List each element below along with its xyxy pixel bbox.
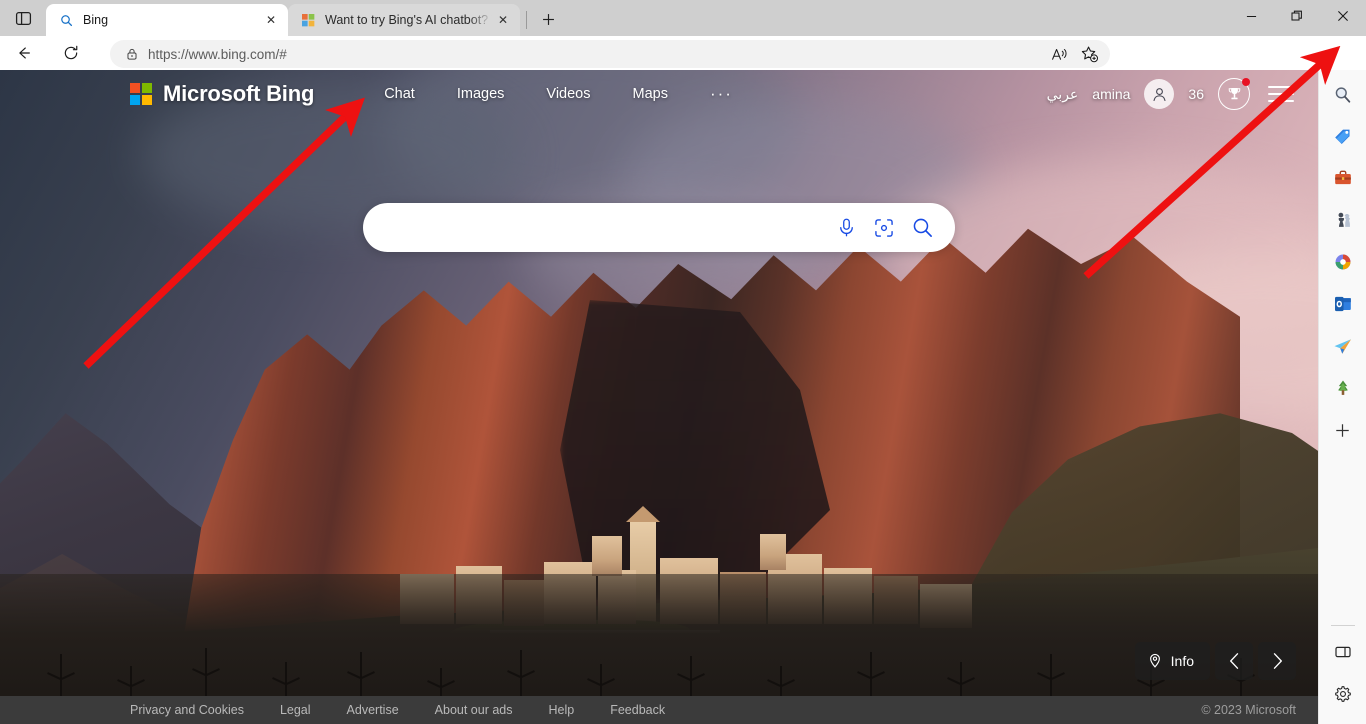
next-image-button[interactable]: [1258, 642, 1296, 680]
account-avatar[interactable]: [1144, 79, 1175, 109]
reload-button[interactable]: [54, 38, 88, 68]
tab-list-icon: [15, 11, 31, 25]
nav-maps[interactable]: Maps: [632, 86, 667, 102]
microsoft-logo-icon: [130, 83, 152, 105]
rewards-trophy-icon: [1228, 87, 1240, 99]
bing-search-icon: [58, 12, 74, 28]
minimize-button[interactable]: [1228, 0, 1274, 32]
restore-icon: [1291, 10, 1302, 21]
footer-link-feedback[interactable]: Feedback: [610, 703, 665, 717]
account-name[interactable]: amina: [1092, 86, 1130, 102]
tab-close-button[interactable]: ✕: [492, 9, 514, 31]
chevron-right-icon: [1273, 653, 1282, 669]
sidebar-office-icon[interactable]: [1327, 246, 1359, 278]
hamburger-line: [1268, 93, 1294, 95]
copyright-text: © 2023 Microsoft: [1201, 703, 1296, 717]
rewards-points: 36: [1188, 86, 1204, 102]
sidebar-divider: [1330, 625, 1355, 626]
sidebar-tree-icon[interactable]: [1327, 372, 1359, 404]
footer-link-legal[interactable]: Legal: [280, 703, 311, 717]
read-aloud-icon[interactable]: [1044, 41, 1074, 67]
bing-page-header: Microsoft Bing Chat Images Videos Maps ·…: [0, 70, 1318, 118]
new-tab-button[interactable]: [533, 4, 563, 34]
bing-logo[interactable]: Microsoft Bing: [130, 81, 314, 107]
footer-link-advertise[interactable]: Advertise: [347, 703, 399, 717]
close-window-button[interactable]: [1320, 0, 1366, 32]
bing-hamburger-menu[interactable]: [1268, 86, 1294, 102]
sidebar-settings-gear-icon[interactable]: [1327, 678, 1359, 710]
bing-wordmark: Microsoft Bing: [163, 81, 315, 106]
language-toggle-arabic[interactable]: عربي: [1047, 86, 1079, 103]
person-icon: [1153, 87, 1166, 101]
address-bar-actions: [1044, 41, 1104, 67]
reload-icon: [64, 45, 78, 60]
sidebar-dropbox-icon[interactable]: [1327, 330, 1359, 362]
sidebar-shopping-icon[interactable]: [1327, 120, 1359, 152]
address-bar[interactable]: https://www.bing.com/#: [110, 40, 1110, 68]
rewards-notification-dot: [1242, 78, 1250, 86]
sidebar-games-icon[interactable]: [1327, 204, 1359, 236]
back-button[interactable]: [6, 38, 40, 68]
plus-icon: [542, 13, 554, 25]
visual-search-icon[interactable]: [865, 209, 903, 247]
image-info-button[interactable]: Info: [1134, 642, 1210, 680]
browser-tab-bing-chatbot[interactable]: Want to try Bing's AI chatbot? Th ✕: [288, 4, 520, 36]
microphone-icon[interactable]: [827, 209, 865, 247]
page-viewport: Microsoft Bing Chat Images Videos Maps ·…: [0, 70, 1318, 724]
sidebar-pane-toggle-icon[interactable]: [1327, 636, 1359, 668]
bing-daily-image: [0, 70, 1318, 724]
maximize-restore-button[interactable]: [1274, 0, 1320, 32]
edge-sidebar: [1318, 70, 1366, 724]
hamburger-line: [1268, 86, 1294, 88]
nav-more[interactable]: ···: [710, 84, 733, 104]
location-pin-icon: [1149, 653, 1160, 668]
footer-link-help[interactable]: Help: [549, 703, 575, 717]
browser-toolbar: https://www.bing.com/#: [0, 36, 1366, 101]
window-controls: [1228, 0, 1366, 32]
bing-header-right: عربي amina 36: [1047, 78, 1294, 110]
nav-chat[interactable]: Chat: [384, 86, 415, 102]
sidebar-search-icon[interactable]: [1327, 78, 1359, 110]
tab-title: Bing: [83, 13, 109, 27]
chevron-left-icon: [1229, 653, 1238, 669]
nav-videos[interactable]: Videos: [546, 86, 590, 102]
back-arrow-icon: [19, 47, 30, 59]
bing-nav: Chat Images Videos Maps ···: [384, 84, 733, 104]
bing-footer: Privacy and Cookies Legal Advertise Abou…: [0, 696, 1318, 724]
microsoft-squares-icon: [300, 12, 316, 28]
bing-search-box[interactable]: [363, 203, 955, 252]
previous-image-button[interactable]: [1215, 642, 1253, 680]
sidebar-outlook-icon[interactable]: [1327, 288, 1359, 320]
footer-link-privacy[interactable]: Privacy and Cookies: [130, 703, 244, 717]
minimize-icon: [1246, 15, 1256, 17]
tab-title: Want to try Bing's AI chatbot? Th: [325, 13, 492, 27]
tab-actions-icon[interactable]: [0, 0, 46, 36]
nav-images[interactable]: Images: [457, 86, 505, 102]
village-building: [592, 536, 622, 576]
site-security-lock-icon[interactable]: [120, 47, 144, 61]
browser-tab-bing[interactable]: Bing ✕: [46, 4, 288, 36]
address-bar-url: https://www.bing.com/#: [148, 46, 287, 62]
search-input[interactable]: [385, 205, 827, 250]
tab-close-button[interactable]: ✕: [260, 9, 282, 31]
rewards-button[interactable]: [1218, 78, 1250, 110]
sidebar-add-icon[interactable]: [1327, 414, 1359, 446]
daily-image-controls: Info: [1134, 642, 1296, 680]
browser-window: Bing ✕ Want to try Bing's AI chatbot? Th…: [0, 0, 1366, 724]
tab-strip: Bing ✕ Want to try Bing's AI chatbot? Th…: [0, 0, 1366, 36]
add-favorite-icon[interactable]: [1074, 41, 1104, 67]
village-tower: [760, 534, 786, 570]
sidebar-tools-icon[interactable]: [1327, 162, 1359, 194]
search-magnifier-icon[interactable]: [903, 209, 941, 247]
tab-divider: [526, 11, 527, 29]
close-icon: [1338, 11, 1348, 21]
image-info-label: Info: [1170, 653, 1194, 669]
footer-link-about-ads[interactable]: About our ads: [435, 703, 513, 717]
hamburger-line: [1268, 100, 1294, 102]
bing-search-area: [0, 203, 1318, 252]
